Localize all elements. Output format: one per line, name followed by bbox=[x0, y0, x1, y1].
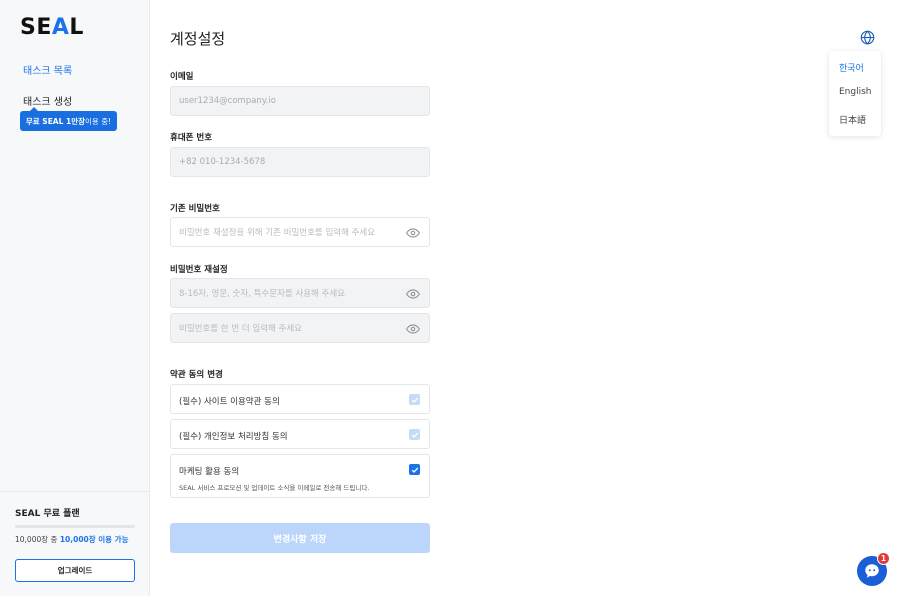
eye-icon[interactable] bbox=[406, 322, 420, 336]
chat-notification-badge: 1 bbox=[877, 552, 890, 565]
logo-text-pre: SE bbox=[20, 15, 52, 40]
promo-strong: 무료 SEAL 1만장 bbox=[25, 116, 86, 126]
language-option-japanese[interactable]: 日本語 bbox=[839, 113, 866, 126]
email-label: 이메일 bbox=[170, 72, 194, 82]
sidebar: SEAL 태스크 목록 태스크 생성 무료 SEAL 1만장 이용 중! SEA… bbox=[0, 0, 150, 596]
terms-site-checkbox[interactable] bbox=[409, 394, 420, 405]
terms-site-row: (필수) 사이트 이용약관 동의 bbox=[170, 384, 430, 414]
promo-rest: 이용 중! bbox=[85, 116, 112, 126]
terms-privacy-checkbox[interactable] bbox=[409, 429, 420, 440]
check-icon bbox=[411, 432, 418, 438]
upgrade-button[interactable]: 업그레이드 bbox=[15, 559, 135, 582]
terms-privacy-text: (필수) 개인정보 처리방침 동의 bbox=[179, 432, 288, 442]
page-title: 계정설정 bbox=[170, 30, 226, 48]
reset-password-label: 비밀번호 재설정 bbox=[170, 265, 228, 275]
terms-marketing-checkbox[interactable] bbox=[409, 464, 420, 475]
logo[interactable]: SEAL bbox=[20, 15, 84, 40]
phone-field: +82 010-1234-5678 bbox=[170, 147, 430, 177]
language-option-english[interactable]: English bbox=[839, 87, 872, 97]
eye-icon[interactable] bbox=[406, 226, 420, 240]
terms-site-text: (필수) 사이트 이용약관 동의 bbox=[179, 397, 280, 407]
confirm-password-placeholder: 비밀번호를 한 번 더 입력해 주세요 bbox=[179, 324, 302, 334]
check-icon bbox=[411, 467, 418, 473]
terms-marketing-subtext: SEAL 서비스 프로모션 및 업데이트 소식을 이메일로 전송해 드립니다. bbox=[179, 484, 370, 492]
confirm-password-input[interactable]: 비밀번호를 한 번 더 입력해 주세요 bbox=[170, 313, 430, 343]
terms-marketing-row: 마케팅 활용 동의 SEAL 서비스 프로모션 및 업데이트 소식을 이메일로 … bbox=[170, 454, 430, 498]
logo-text-post: L bbox=[69, 15, 84, 40]
current-password-placeholder: 비밀번호 재설정을 위해 기존 비밀번호를 입력해 주세요 bbox=[179, 228, 376, 238]
sidebar-item-task-list[interactable]: 태스크 목록 bbox=[23, 62, 72, 77]
terms-marketing-text: 마케팅 활용 동의 bbox=[179, 467, 240, 477]
free-plan-tooltip: 무료 SEAL 1만장 이용 중! bbox=[20, 107, 117, 131]
plan-usage-bar bbox=[15, 525, 135, 528]
plan-usage-prefix: 10,000장 중 bbox=[15, 535, 60, 544]
email-value: user1234@company.io bbox=[179, 96, 276, 106]
plan-name: SEAL 무료 플랜 bbox=[15, 509, 80, 519]
language-option-korean[interactable]: 한국어 bbox=[839, 61, 864, 74]
chat-bubble-icon bbox=[865, 564, 879, 578]
phone-value: +82 010-1234-5678 bbox=[179, 157, 266, 167]
plan-panel: SEAL 무료 플랜 10,000장 중 10,000장 이용 가능 업그레이드 bbox=[0, 491, 150, 596]
plan-usage-highlight: 10,000장 이용 가능 bbox=[59, 535, 129, 544]
current-password-input[interactable]: 비밀번호 재설정을 위해 기존 비밀번호를 입력해 주세요 bbox=[170, 217, 430, 247]
new-password-placeholder: 8-16자, 영문, 숫자, 특수문자를 사용해 주세요 bbox=[179, 289, 346, 299]
check-icon bbox=[411, 397, 418, 403]
logo-text-accent: A bbox=[51, 15, 70, 40]
eye-icon[interactable] bbox=[406, 287, 420, 301]
new-password-input[interactable]: 8-16자, 영문, 숫자, 특수문자를 사용해 주세요 bbox=[170, 278, 430, 308]
plan-usage-text: 10,000장 중 10,000장 이용 가능 bbox=[15, 534, 128, 545]
sidebar-item-task-create[interactable]: 태스크 생성 bbox=[23, 93, 72, 108]
phone-label: 휴대폰 번호 bbox=[170, 133, 213, 143]
globe-icon[interactable] bbox=[860, 30, 875, 45]
language-menu: 한국어 English 日本語 bbox=[829, 51, 881, 136]
terms-label: 약관 동의 변경 bbox=[170, 370, 223, 380]
terms-privacy-row: (필수) 개인정보 처리방침 동의 bbox=[170, 419, 430, 449]
current-password-label: 기존 비밀번호 bbox=[170, 204, 220, 214]
save-changes-button[interactable]: 변경사항 저장 bbox=[170, 523, 430, 553]
email-field: user1234@company.io bbox=[170, 86, 430, 116]
